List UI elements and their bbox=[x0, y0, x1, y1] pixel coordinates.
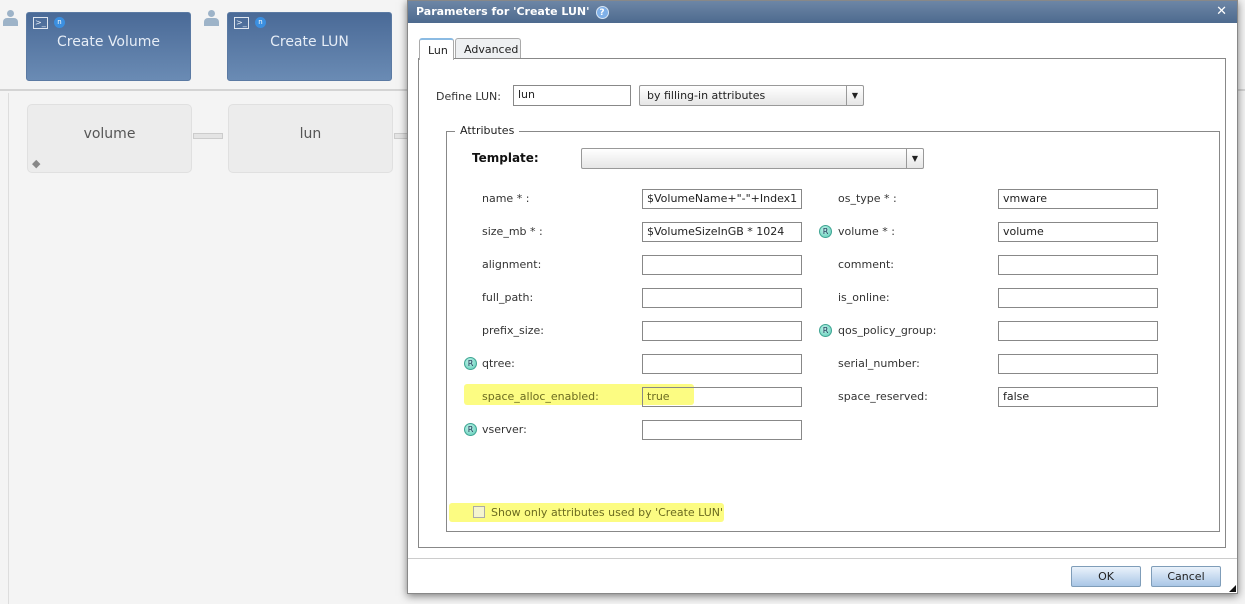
define-lun-label: Define LUN: bbox=[436, 90, 501, 103]
prefix-size-label: prefix_size: bbox=[482, 324, 545, 337]
node-label: lun bbox=[299, 126, 322, 142]
is-online-input[interactable] bbox=[998, 288, 1158, 308]
qtree-input[interactable] bbox=[642, 354, 802, 374]
badge-icon: n bbox=[255, 17, 266, 28]
divider bbox=[8, 93, 9, 604]
terminal-icon: >_ bbox=[33, 17, 48, 29]
show-only-checkbox[interactable] bbox=[473, 506, 485, 518]
terminal-icon: >_ bbox=[234, 17, 249, 29]
help-icon[interactable]: ? bbox=[595, 6, 609, 19]
prefix-size-input[interactable] bbox=[642, 321, 802, 341]
qos-policy-group-label: qos_policy_group: bbox=[838, 324, 937, 337]
qos-policy-group-input[interactable] bbox=[998, 321, 1158, 341]
space-reserved-label: space_reserved: bbox=[838, 390, 928, 403]
space-alloc-enabled-label: space_alloc_enabled: bbox=[482, 390, 599, 403]
node-volume[interactable]: volume ◆ bbox=[27, 104, 192, 173]
attributes-legend: Attributes bbox=[455, 124, 520, 137]
dialog-title: Parameters for 'Create LUN' bbox=[416, 5, 590, 18]
vserver-input[interactable] bbox=[642, 420, 802, 440]
comment-input[interactable] bbox=[998, 255, 1158, 275]
name-label: name * : bbox=[482, 192, 530, 205]
tab-advanced[interactable]: Advanced bbox=[455, 38, 521, 59]
serial-number-input[interactable] bbox=[998, 354, 1158, 374]
reference-icon[interactable]: R bbox=[819, 225, 832, 238]
vserver-label: vserver: bbox=[482, 423, 527, 436]
template-label: Template: bbox=[472, 151, 539, 165]
qtree-label: qtree: bbox=[482, 357, 515, 370]
is-online-label: is_online: bbox=[838, 291, 890, 304]
define-lun-input[interactable]: lun bbox=[513, 85, 631, 106]
user-icon bbox=[204, 10, 219, 28]
chevron-down-icon: ▼ bbox=[846, 86, 863, 105]
os-type-label: os_type * : bbox=[838, 192, 897, 205]
command-label: Create LUN bbox=[270, 34, 349, 50]
volume-input[interactable]: volume bbox=[998, 222, 1158, 242]
comment-label: comment: bbox=[838, 258, 894, 271]
command-label: Create Volume bbox=[56, 34, 161, 50]
dialog-titlebar[interactable]: Parameters for 'Create LUN'? bbox=[408, 1, 1237, 23]
parameters-dialog: Parameters for 'Create LUN'? ✕ Lun Advan… bbox=[407, 0, 1238, 594]
reference-icon[interactable]: R bbox=[819, 324, 832, 337]
tab-panel: Define LUN: lun by filling-in attributes… bbox=[418, 58, 1226, 548]
close-icon[interactable]: ✕ bbox=[1216, 4, 1227, 19]
user-icon bbox=[3, 10, 18, 28]
connector-arrow bbox=[193, 133, 223, 139]
alignment-input[interactable] bbox=[642, 255, 802, 275]
node-label: volume bbox=[83, 126, 136, 142]
space-alloc-enabled-input[interactable]: true bbox=[642, 387, 802, 407]
name-input[interactable]: $VolumeName+"-"+Index1 bbox=[642, 189, 802, 209]
resize-grip[interactable] bbox=[1229, 585, 1236, 592]
size-mb-label: size_mb * : bbox=[482, 225, 543, 238]
reference-icon[interactable]: R bbox=[464, 357, 477, 370]
chevron-down-icon: ▼ bbox=[906, 149, 923, 168]
os-type-input[interactable]: vmware bbox=[998, 189, 1158, 209]
ok-button[interactable]: OK bbox=[1071, 566, 1141, 587]
size-mb-input[interactable]: $VolumeSizeInGB * 1024 bbox=[642, 222, 802, 242]
full-path-input[interactable] bbox=[642, 288, 802, 308]
badge-icon: n bbox=[54, 17, 65, 28]
connector-arrow bbox=[394, 133, 408, 139]
full-path-label: full_path: bbox=[482, 291, 534, 304]
serial-number-label: serial_number: bbox=[838, 357, 920, 370]
cancel-button[interactable]: Cancel bbox=[1151, 566, 1221, 587]
footer-divider bbox=[408, 558, 1237, 559]
space-reserved-input[interactable]: false bbox=[998, 387, 1158, 407]
define-mode-select[interactable]: by filling-in attributes ▼ bbox=[639, 85, 864, 106]
volume-label: volume * : bbox=[838, 225, 895, 238]
tab-lun[interactable]: Lun bbox=[419, 38, 454, 60]
node-lun[interactable]: lun bbox=[228, 104, 393, 173]
show-only-label[interactable]: Show only attributes used by 'Create LUN… bbox=[491, 506, 723, 519]
diamond-icon: ◆ bbox=[32, 157, 41, 170]
command-create-volume[interactable]: >_ n Create Volume bbox=[26, 12, 191, 81]
reference-icon[interactable]: R bbox=[464, 423, 477, 436]
template-select[interactable]: ▼ bbox=[581, 148, 924, 169]
define-mode-value: by filling-in attributes bbox=[647, 89, 766, 102]
command-create-lun[interactable]: >_ n Create LUN bbox=[227, 12, 392, 81]
alignment-label: alignment: bbox=[482, 258, 542, 271]
